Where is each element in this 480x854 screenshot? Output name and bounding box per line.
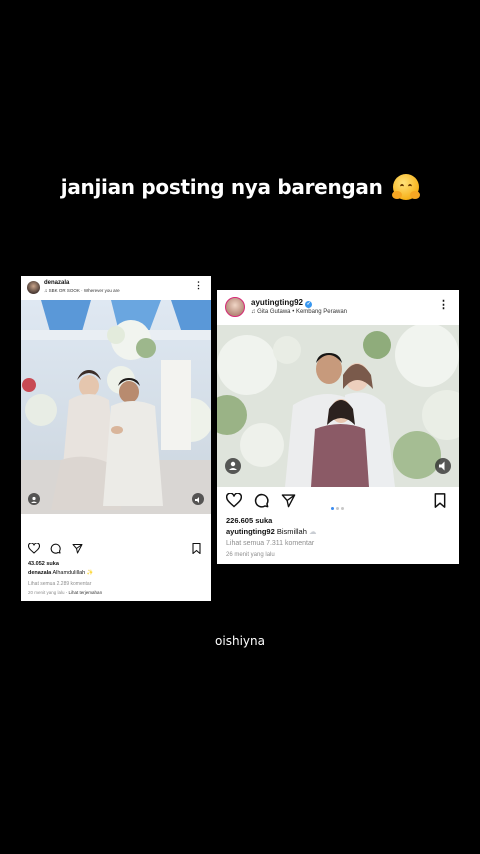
hugging-face-emoji-icon (392, 174, 421, 200)
like-count[interactable]: 43.052 suka (28, 561, 59, 567)
music-label[interactable]: ♫ SBK OR SOOK · Wherever you are (44, 288, 120, 293)
carousel-dots (330, 497, 345, 515)
creator-watermark: oishiyna (215, 634, 265, 648)
bookmark-icon[interactable] (434, 493, 446, 508)
caption-username[interactable]: ayutingting92 (226, 527, 275, 536)
avatar[interactable] (27, 281, 40, 294)
like-count[interactable]: 226.605 suka (226, 516, 272, 525)
music-note-icon: ♫ (44, 288, 48, 293)
cloud-emoji-icon: ☁ (308, 527, 317, 536)
post-time: 20 menit yang lalu · Lihat terjemahan (28, 590, 102, 595)
post-username[interactable]: ayutingting92 ✓ (251, 298, 313, 308)
post-caption: ayutingting92 Bismillah ☁ (226, 527, 316, 536)
like-heart-icon[interactable] (28, 543, 40, 554)
right-instagram-post: ayutingting92 ✓ ♫ Gita Gutawa • Kembang … (217, 290, 459, 564)
post-photo[interactable] (217, 325, 459, 487)
music-note-icon: ♫ (251, 309, 256, 315)
sparkle-emoji-icon: ✨ (86, 570, 94, 576)
more-options-icon[interactable]: ⋮ (438, 300, 449, 311)
post-photo[interactable] (21, 300, 211, 514)
video-caption: janjian posting nya barengan (0, 174, 480, 200)
audio-icon[interactable] (435, 458, 451, 474)
share-icon[interactable] (72, 543, 83, 554)
music-label[interactable]: ♫ Gita Gutawa • Kembang Perawan (251, 309, 347, 315)
caption-text: Bismillah (276, 527, 307, 536)
like-heart-icon[interactable] (226, 493, 242, 508)
bookmark-icon[interactable] (192, 543, 201, 554)
carousel-dot (341, 507, 344, 510)
tag-people-icon[interactable] (225, 458, 241, 474)
post-username[interactable]: denazala (44, 280, 69, 286)
avatar[interactable] (225, 297, 245, 317)
music-text: SBK OR SOOK · Wherever you are (48, 288, 120, 293)
view-comments-link[interactable]: Lihat semua 2.289 komentar (28, 581, 91, 587)
caption-text: Alhamdulillah (52, 570, 86, 576)
username-text: ayutingting92 (251, 298, 304, 307)
post-time: 26 menit yang lalu (226, 552, 275, 558)
caption-text: janjian posting nya barengan (60, 175, 383, 199)
audio-icon[interactable] (192, 493, 204, 505)
post-caption: denazala Alhamdulillah ✨ (28, 570, 94, 576)
share-icon[interactable] (281, 493, 296, 508)
comment-icon[interactable] (50, 543, 61, 554)
carousel-dot-active (331, 507, 334, 510)
comment-icon[interactable] (254, 493, 269, 508)
view-comments-link[interactable]: Lihat semua 7.311 komentar (226, 540, 314, 547)
caption-username[interactable]: denazala (28, 570, 51, 576)
more-options-icon[interactable]: ⋮ (194, 281, 203, 290)
carousel-dot (336, 507, 339, 510)
tag-people-icon[interactable] (28, 493, 40, 505)
left-instagram-post: denazala ♫ SBK OR SOOK · Wherever you ar… (21, 276, 211, 601)
verified-badge-icon: ✓ (305, 301, 313, 308)
translate-link[interactable]: · Lihat terjemahan (66, 590, 102, 595)
music-text: Gita Gutawa • Kembang Perawan (257, 309, 347, 315)
time-text: 20 menit yang lalu (28, 590, 65, 595)
